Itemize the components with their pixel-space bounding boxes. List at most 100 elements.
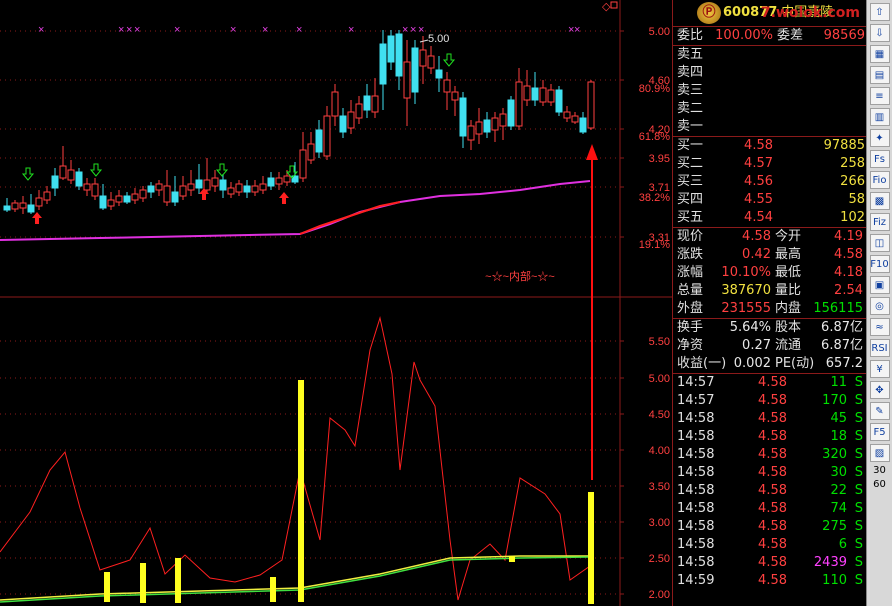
tick-list[interactable]: 14:57 4.58 11 S 14:57 4.58 170 S 14:58 4.58 45 S 14:… (673, 374, 866, 590)
signal-marker: × (410, 24, 416, 36)
toolbar-button[interactable]: F5 (869, 423, 890, 441)
toolbar-button[interactable]: ≈ (869, 318, 890, 336)
candle-body (131, 193, 139, 201)
candle-body (363, 95, 371, 111)
diff-value: 98569 (823, 28, 865, 43)
ask-row: 卖二 (673, 100, 866, 118)
toolbar-button[interactable]: Fio (869, 171, 890, 189)
toolbar-button[interactable]: ▣ (869, 276, 890, 294)
toolbar-button[interactable]: ◫ (869, 234, 890, 252)
watermark: 7.wolok.com (760, 5, 860, 21)
bid-label: 买五 (677, 210, 704, 225)
bid-price: 4.58 (744, 138, 773, 153)
tick-row[interactable]: 14:58 4.58 45 S (673, 410, 866, 428)
bid-price: 4.56 (744, 174, 773, 189)
toolbar-button[interactable]: ▨ (869, 444, 890, 462)
indicator-bar (140, 563, 146, 603)
candle-body (483, 119, 491, 133)
candle-body (419, 49, 427, 67)
tick-row[interactable]: 14:58 4.58 320 S (673, 446, 866, 464)
stat-label: 量比 (775, 283, 802, 298)
bid-volume: 266 (840, 174, 865, 189)
tick-side: S (854, 411, 863, 426)
toolbar-button[interactable]: ¥ (869, 360, 890, 378)
tick-price: 4.58 (758, 519, 787, 534)
ratio-label: 委比 (677, 28, 704, 43)
tick-row[interactable]: 14:58 4.58 74 S (673, 500, 866, 518)
candle-body (531, 87, 539, 101)
chart-area[interactable]: 5.00 4.60 4.20 3.95 3.71 3.31 80.9% 61.8% 38.2% 1… (0, 0, 672, 606)
toolbar-button[interactable]: ▦ (869, 45, 890, 63)
candle-body (75, 171, 83, 187)
tick-time: 14:59 (677, 573, 715, 588)
bid-row: 买二 4.57 258 (673, 155, 866, 173)
tick-volume: 320 (822, 447, 847, 462)
candle-body (355, 103, 363, 119)
quote-stats: 现价 4.58 今开 4.19 涨跌 0.42 最高 4.58 涨幅 10.10% 最低 4.18 总量… (673, 228, 866, 319)
tick-row[interactable]: 14:58 4.58 2439 S (673, 554, 866, 572)
toolbar-button[interactable]: ✦ (869, 129, 890, 147)
indicator-bar (270, 577, 276, 602)
indicator-tick-label: 5.50 (649, 336, 670, 348)
candle-body (155, 183, 163, 191)
indicator-bar (588, 492, 594, 604)
bid-volume: 58 (848, 192, 865, 207)
candle-body (235, 183, 243, 193)
tick-row[interactable]: 14:58 4.58 275 S (673, 518, 866, 536)
tick-row[interactable]: 14:57 4.58 170 S (673, 392, 866, 410)
signal-marker: × (262, 24, 268, 36)
candle-body (123, 195, 131, 203)
toolbar-button[interactable]: ▥ (869, 108, 890, 126)
tick-price: 4.58 (758, 375, 787, 390)
bid-price: 4.55 (744, 192, 773, 207)
tick-row[interactable]: 14:58 4.58 30 S (673, 464, 866, 482)
tick-row[interactable]: 14:58 4.58 18 S (673, 428, 866, 446)
kline-chart-svg[interactable]: 5.004.604.203.953.713.3180.9%61.8%38.2%1… (0, 0, 672, 606)
toolbar-button[interactable]: 60 (868, 479, 892, 490)
toolbar-button[interactable]: ✥ (869, 381, 890, 399)
tick-price: 4.58 (758, 465, 787, 480)
tick-row[interactable]: 14:58 4.58 22 S (673, 482, 866, 500)
tick-volume: 6 (838, 537, 847, 552)
candle-body (195, 179, 203, 189)
candle-body (211, 177, 219, 187)
indicator-tick-label: 5.00 (649, 373, 670, 385)
candle-body (379, 43, 387, 85)
toolbar-button[interactable]: Fs (869, 150, 890, 168)
candle-body (315, 129, 323, 153)
toolbar-button[interactable]: ⇧ (869, 3, 890, 21)
tick-row[interactable]: 14:57 4.58 11 S (673, 374, 866, 392)
tick-row[interactable]: 14:59 4.58 110 S (673, 572, 866, 590)
candle-body (115, 195, 123, 203)
quote-panel: Ⓟ 600877 中国嘉陵 7.wolok.com 委比 100.00% 委差 … (672, 0, 866, 606)
fundamental-row: 净资 0.27 流通 6.87亿 (673, 337, 866, 355)
toolbar-button[interactable]: F10 (869, 255, 890, 273)
fundamental-value: 6.87亿 (821, 320, 863, 335)
toolbar-button[interactable]: ≡ (869, 87, 890, 105)
toolbar-button[interactable]: 30 (868, 465, 892, 476)
toolbar-button[interactable]: ✎ (869, 402, 890, 420)
candle-body (507, 99, 515, 127)
tick-row[interactable]: 14:58 4.58 6 S (673, 536, 866, 554)
candle-body (443, 79, 451, 93)
stat-label: 内盘 (775, 301, 802, 316)
toolbar-button[interactable]: ◎ (869, 297, 890, 315)
toolbar-button[interactable]: RSI (869, 339, 890, 357)
tick-side: S (854, 447, 863, 462)
tick-side: S (854, 483, 863, 498)
fundamental-row: 收益(一) 0.002 PE(动) 657.2 (673, 355, 866, 373)
toolbar-button[interactable]: ▩ (869, 192, 890, 210)
candle-body (35, 197, 43, 207)
toolbar-button[interactable]: ⇩ (869, 24, 890, 42)
candle-body (99, 195, 107, 209)
tick-time: 14:57 (677, 393, 715, 408)
tick-time: 14:58 (677, 555, 715, 570)
fundamental-value: 0.27 (742, 338, 771, 353)
candle-body (179, 185, 187, 197)
tick-side: S (854, 501, 863, 516)
signal-marker: × (296, 24, 302, 36)
toolbar-button[interactable]: Fiz (869, 213, 890, 231)
candle-body (243, 185, 251, 193)
fundamental-label: 净资 (677, 338, 704, 353)
toolbar-button[interactable]: ▤ (869, 66, 890, 84)
